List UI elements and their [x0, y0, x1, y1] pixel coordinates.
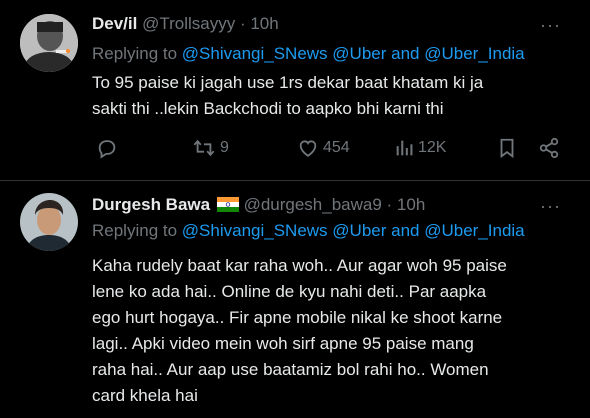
tweet-text-line: raha hai.. Aur aap use baatamiz bol rahi… — [92, 360, 489, 379]
india-flag-icon — [216, 197, 239, 212]
display-name[interactable]: Durgesh Bawa — [92, 195, 210, 214]
mention-link[interactable]: @Uber — [332, 221, 386, 240]
tweet-text-line: To 95 paise ki jagah use 1rs dekar baat … — [92, 73, 484, 92]
tweet-text-line: ego hurt hogaya.. Fir apne mobile nikal … — [92, 308, 503, 327]
tweet-1[interactable]: Dev/il @Trollsayyy · 10h ··· Replying to… — [0, 0, 590, 180]
mention-link[interactable]: @Uber_India — [424, 221, 524, 240]
replying-to: Replying to @Shivangi_SNews @Uber and @U… — [92, 221, 525, 241]
replying-to-label: Replying to — [92, 44, 182, 63]
handle[interactable]: @Trollsayyy — [142, 14, 235, 33]
replying-to-label: Replying to — [92, 221, 182, 240]
replying-to: Replying to @Shivangi_SNews @Uber and @U… — [92, 44, 525, 64]
tweet-text-line: Kaha rudely baat kar raha woh.. Aur agar… — [92, 256, 507, 275]
views-button[interactable]: 12K — [394, 137, 446, 159]
views-count: 12K — [418, 139, 447, 156]
action-bar: 9 454 12K — [92, 137, 572, 163]
timestamp[interactable]: · 10h — [387, 195, 426, 214]
tweet-header: Dev/il @Trollsayyy · 10h — [92, 14, 279, 34]
tweet-text-line: card khela hai — [92, 386, 198, 405]
handle[interactable]: @durgesh_bawa9 — [244, 195, 382, 214]
tweet-text: Kaha rudely baat kar raha woh.. Aur agar… — [92, 253, 582, 409]
tweet-text: To 95 paise ki jagah use 1rs dekar baat … — [92, 70, 582, 122]
tweet-text-line: lagi.. Apki video mein woh sirf apne 95 … — [92, 334, 474, 353]
more-options-button[interactable]: ··· — [540, 16, 561, 34]
like-button[interactable]: 454 — [297, 137, 350, 159]
display-name[interactable]: Dev/il — [92, 14, 137, 33]
reply-button[interactable] — [96, 137, 122, 159]
tweet-2[interactable]: Durgesh Bawa @durgesh_bawa9 · 10h ··· Re… — [0, 181, 590, 418]
views-icon — [396, 140, 413, 156]
avatar[interactable] — [20, 14, 78, 72]
share-button[interactable] — [538, 137, 560, 159]
avatar-image — [20, 193, 78, 251]
avatar-image — [20, 14, 78, 72]
tweet-text-line: sakti thi ..lekin Backchodi to aapko bhi… — [92, 99, 444, 118]
bookmark-icon — [500, 138, 514, 159]
retweet-count: 9 — [220, 139, 229, 156]
retweet-button[interactable]: 9 — [192, 137, 229, 159]
bookmark-button[interactable] — [497, 137, 517, 159]
more-options-button[interactable]: ··· — [540, 197, 561, 215]
tweet-header: Durgesh Bawa @durgesh_bawa9 · 10h — [92, 195, 425, 215]
retweet-icon — [193, 139, 215, 157]
timestamp[interactable]: · 10h — [240, 14, 279, 33]
mention-link[interactable]: @Uber — [332, 44, 386, 63]
tweet-text-line: lene ko ada hai.. Online de kyu nahi det… — [92, 282, 487, 301]
avatar[interactable] — [20, 193, 78, 251]
mention-link[interactable]: @Uber_India — [424, 44, 524, 63]
reply-icon — [98, 140, 116, 159]
and-label: and — [386, 44, 425, 63]
like-count: 454 — [323, 139, 350, 156]
share-icon — [539, 137, 559, 159]
heart-icon — [299, 140, 317, 157]
and-label: and — [386, 221, 425, 240]
mention-link[interactable]: @Shivangi_SNews — [182, 44, 328, 63]
mention-link[interactable]: @Shivangi_SNews — [182, 221, 328, 240]
